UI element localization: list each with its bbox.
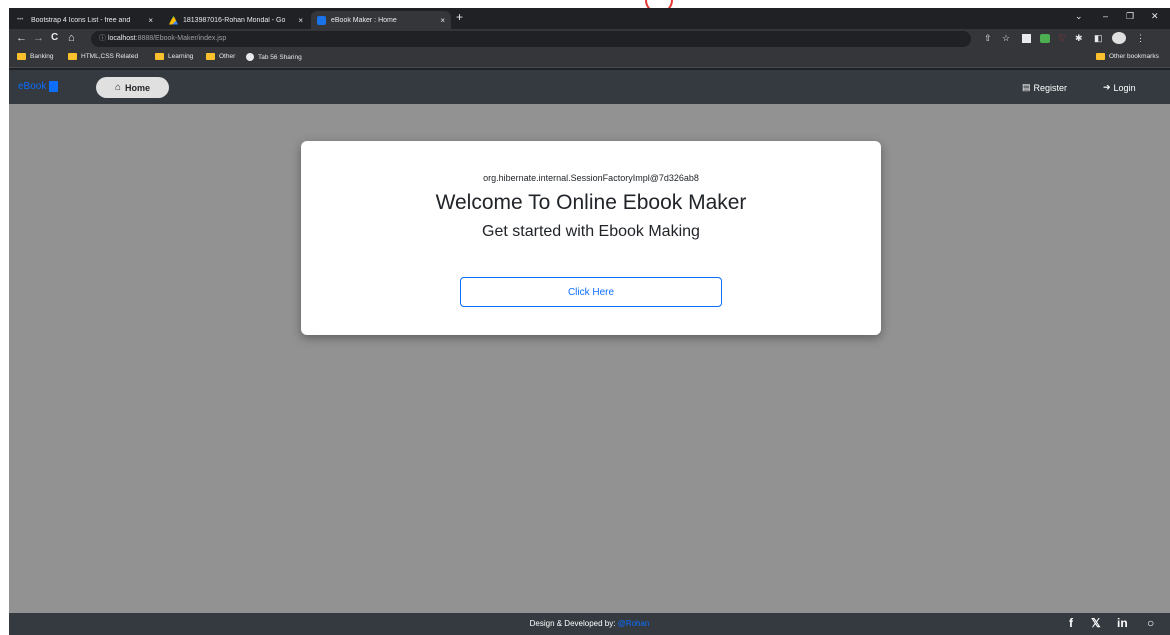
book-icon	[49, 81, 59, 92]
site-info-icon[interactable]: ⓘ	[99, 35, 106, 42]
page-subtitle: Get started with Ebook Making	[482, 223, 700, 240]
linkedin-icon[interactable]: in	[1117, 616, 1128, 630]
site-navbar: eBook ⌂ Home ▤ Register ➔ Login	[9, 70, 1170, 104]
register-label: Register	[1033, 82, 1068, 93]
twitter-icon[interactable]: 𝕏	[1091, 616, 1101, 630]
facebook-icon[interactable]: f	[1069, 616, 1073, 630]
browser-window: ••• Bootstrap 4 Icons List - free and × …	[9, 8, 1170, 635]
globe-icon	[246, 53, 254, 61]
tab-title: 1813987016-Rohan Mondal - Go	[183, 16, 286, 24]
tab-bootstrap-icons[interactable]: ••• Bootstrap 4 Icons List - free and ×	[11, 11, 159, 29]
register-icon: ▤	[1022, 82, 1031, 92]
reload-icon[interactable]: C	[51, 32, 58, 43]
tab-google-drive[interactable]: 1813987016-Rohan Mondal - Go ×	[163, 11, 309, 29]
share-icon[interactable]: ⇧	[984, 33, 995, 44]
github-icon[interactable]: ○	[1147, 616, 1154, 630]
tab-search-icon[interactable]: ⌄	[1075, 11, 1083, 22]
address-bar[interactable]: ⓘ localhost:8888/Ebook-Maker/index.jsp	[91, 31, 971, 47]
close-tab-icon[interactable]: ×	[148, 16, 153, 25]
bookmark-html-css[interactable]: HTML,CSS Related	[68, 53, 138, 60]
avatar[interactable]	[1112, 32, 1126, 44]
folder-icon	[17, 53, 26, 60]
house-icon: ⌂	[114, 82, 122, 93]
site-footer: Design & Developed by: @Rohan f 𝕏 in ○	[9, 613, 1170, 635]
click-here-button[interactable]: Click Here	[460, 277, 722, 307]
url-path: :8888/Ebook-Maker/index.jsp	[135, 35, 227, 42]
home-label: Home	[125, 82, 151, 93]
restore-icon[interactable]: ❐	[1126, 11, 1134, 22]
login-icon: ➔	[1103, 82, 1111, 92]
new-tab-button[interactable]: +	[456, 10, 463, 24]
forward-icon[interactable]: →	[33, 32, 44, 44]
tab-strip: ••• Bootstrap 4 Icons List - free and × …	[9, 8, 1170, 29]
folder-icon	[155, 53, 164, 60]
ebook-icon	[317, 15, 326, 25]
tab-title: Bootstrap 4 Icons List - free and	[31, 16, 131, 24]
register-link[interactable]: ▤ Register	[1022, 82, 1067, 93]
folder-icon	[68, 53, 77, 60]
browser-toolbar: ← → C ⌂ ⓘ localhost:8888/Ebook-Maker/ind…	[9, 29, 1170, 49]
login-link[interactable]: ➔ Login	[1103, 82, 1136, 93]
extensions-puzzle-icon[interactable]: ✱	[1075, 33, 1086, 44]
minimize-icon[interactable]: –	[1103, 11, 1108, 21]
bookmark-banking[interactable]: Banking	[17, 53, 54, 60]
close-tab-icon[interactable]: ×	[298, 16, 303, 25]
session-factory-text: org.hibernate.internal.SessionFactoryImp…	[483, 173, 699, 183]
other-bookmarks[interactable]: Other bookmarks	[1096, 53, 1159, 60]
bookmark-tab-sharing[interactable]: Tab 56 Sharing	[246, 53, 302, 61]
side-panel-icon[interactable]: ◧	[1094, 33, 1105, 44]
bookmark-other[interactable]: Other	[206, 53, 235, 60]
back-icon[interactable]: ←	[16, 32, 27, 44]
page-title: Welcome To Online Ebook Maker	[435, 191, 747, 214]
bookmark-star-icon[interactable]: ☆	[1002, 33, 1013, 44]
page-viewport: eBook ⌂ Home ▤ Register ➔ Login org.hibe…	[9, 70, 1170, 635]
close-tab-icon[interactable]: ×	[440, 16, 445, 25]
brand-logo[interactable]: eBook	[18, 81, 59, 92]
bookmarks-bar: Banking HTML,CSS Related Learning Other …	[9, 49, 1170, 68]
welcome-card: org.hibernate.internal.SessionFactoryImp…	[301, 141, 881, 335]
folder-icon	[1096, 53, 1105, 60]
extension-icon[interactable]	[1022, 34, 1031, 43]
close-window-icon[interactable]: ✕	[1151, 11, 1159, 22]
bootstrap-icon: •••	[17, 16, 24, 23]
home-icon[interactable]: ⌂	[68, 32, 75, 44]
folder-icon	[206, 53, 215, 60]
menu-icon[interactable]: ⋮	[1136, 33, 1147, 44]
extension-icon[interactable]	[1040, 34, 1050, 43]
author-link[interactable]: @Rohan	[618, 619, 650, 628]
drive-icon	[169, 15, 178, 25]
tab-ebook-maker[interactable]: eBook Maker : Home ×	[311, 11, 451, 29]
pocket-icon[interactable]: ♡	[1058, 33, 1069, 44]
brand-text: eBook	[18, 81, 47, 92]
bookmark-learning[interactable]: Learning	[155, 53, 193, 60]
home-button[interactable]: ⌂ Home	[96, 77, 169, 98]
url-host: localhost	[107, 35, 136, 42]
credit-text: Design & Developed by: @Rohan	[529, 619, 650, 628]
login-label: Login	[1113, 82, 1136, 93]
tab-title: eBook Maker : Home	[331, 16, 397, 24]
